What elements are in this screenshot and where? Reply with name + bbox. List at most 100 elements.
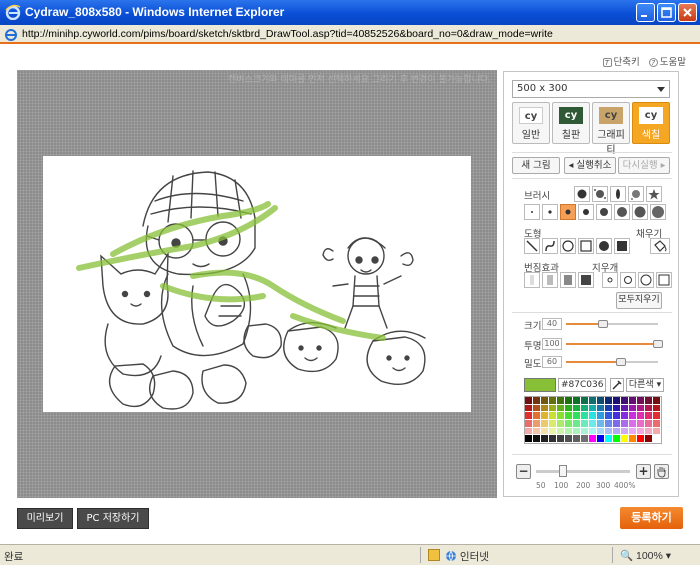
palette-swatch[interactable]: [533, 404, 541, 413]
shortcut-link[interactable]: T 단축키: [602, 57, 640, 68]
palette-swatch[interactable]: [549, 404, 557, 413]
palette-swatch[interactable]: [597, 419, 605, 428]
palette-swatch[interactable]: [525, 412, 533, 420]
palette-swatch[interactable]: [589, 435, 597, 443]
color-palette[interactable]: [524, 396, 662, 444]
palette-swatch[interactable]: [653, 435, 661, 443]
palette-swatch[interactable]: [621, 412, 629, 420]
brush-size-8[interactable]: [650, 204, 666, 220]
palette-swatch[interactable]: [565, 427, 573, 436]
palette-swatch[interactable]: [645, 397, 653, 405]
url-text[interactable]: http://minihp.cyworld.com/pims/board/ske…: [22, 28, 553, 40]
canvas-size-select[interactable]: 500 x 300: [512, 80, 670, 98]
zoom-in-button[interactable]: +: [636, 464, 651, 479]
palette-swatch[interactable]: [637, 435, 645, 443]
maximize-button[interactable]: [657, 3, 676, 22]
palette-swatch[interactable]: [533, 419, 541, 428]
palette-swatch[interactable]: [613, 404, 621, 413]
palette-swatch[interactable]: [525, 435, 533, 443]
canvas-area[interactable]: 캔버스크기와 테마를 먼저 선택하세요 그리기 후 변경이 불가능합니다.: [17, 70, 497, 498]
palette-swatch[interactable]: [621, 435, 629, 443]
preview-button[interactable]: 미리보기: [17, 508, 73, 529]
palette-swatch[interactable]: [581, 397, 589, 405]
palette-swatch[interactable]: [629, 412, 637, 420]
palette-swatch[interactable]: [541, 427, 549, 436]
palette-swatch[interactable]: [653, 397, 661, 405]
palette-swatch[interactable]: [629, 397, 637, 405]
palette-swatch[interactable]: [581, 419, 589, 428]
eraser-size-1[interactable]: [602, 272, 618, 288]
palette-swatch[interactable]: [645, 404, 653, 413]
palette-swatch[interactable]: [637, 404, 645, 413]
palette-swatch[interactable]: [645, 412, 653, 420]
palette-swatch[interactable]: [653, 404, 661, 413]
rectangle-tool[interactable]: [578, 238, 594, 254]
palette-swatch[interactable]: [581, 412, 589, 420]
palette-swatch[interactable]: [557, 427, 565, 436]
palette-swatch[interactable]: [533, 435, 541, 443]
zoom-slider-track[interactable]: [536, 470, 630, 473]
eraser-size-2[interactable]: [620, 272, 636, 288]
palette-swatch[interactable]: [533, 397, 541, 405]
palette-swatch[interactable]: [557, 435, 565, 443]
palette-swatch[interactable]: [557, 404, 565, 413]
tab-normal[interactable]: cy 일반: [512, 102, 550, 144]
blur-level-4[interactable]: [578, 272, 594, 288]
new-drawing-button[interactable]: 새 그림: [512, 157, 560, 174]
palette-swatch[interactable]: [525, 419, 533, 428]
palette-swatch[interactable]: [637, 412, 645, 420]
palette-swatch[interactable]: [581, 435, 589, 443]
palette-swatch[interactable]: [541, 404, 549, 413]
palette-swatch[interactable]: [613, 419, 621, 428]
palette-swatch[interactable]: [613, 435, 621, 443]
help-link[interactable]: ? 도움말: [648, 57, 686, 68]
palette-swatch[interactable]: [621, 404, 629, 413]
palette-swatch[interactable]: [605, 435, 613, 443]
palette-swatch[interactable]: [549, 419, 557, 428]
zoom-slider-knob[interactable]: [559, 465, 567, 477]
palette-swatch[interactable]: [637, 419, 645, 428]
palette-swatch[interactable]: [653, 427, 661, 436]
curve-tool[interactable]: [542, 238, 558, 254]
save-pc-button[interactable]: PC 저장하기: [77, 508, 149, 529]
circle-tool[interactable]: [560, 238, 576, 254]
palette-swatch[interactable]: [589, 404, 597, 413]
palette-swatch[interactable]: [629, 419, 637, 428]
palette-swatch[interactable]: [541, 397, 549, 405]
filled-rectangle-tool[interactable]: [614, 238, 630, 254]
palette-swatch[interactable]: [613, 412, 621, 420]
brush-size-6[interactable]: [614, 204, 630, 220]
palette-swatch[interactable]: [573, 419, 581, 428]
palette-swatch[interactable]: [581, 427, 589, 436]
hand-tool-button[interactable]: [654, 464, 669, 479]
brush-calligraphy[interactable]: [610, 186, 626, 202]
palette-swatch[interactable]: [533, 427, 541, 436]
palette-swatch[interactable]: [541, 412, 549, 420]
density-slider-knob[interactable]: [616, 358, 626, 366]
palette-swatch[interactable]: [573, 435, 581, 443]
line-tool[interactable]: [524, 238, 540, 254]
brush-round-solid[interactable]: [574, 186, 590, 202]
palette-swatch[interactable]: [629, 404, 637, 413]
palette-swatch[interactable]: [637, 427, 645, 436]
brush-spray[interactable]: [628, 186, 644, 202]
blur-level-3[interactable]: [560, 272, 576, 288]
palette-swatch[interactable]: [645, 435, 653, 443]
palette-swatch[interactable]: [597, 427, 605, 436]
zoom-indicator[interactable]: 🔍 100% ▾: [620, 549, 671, 562]
paint-bucket-tool[interactable]: [650, 238, 670, 254]
palette-swatch[interactable]: [653, 412, 661, 420]
erase-all-button[interactable]: 모두지우기: [616, 292, 662, 309]
blur-level-1[interactable]: [524, 272, 540, 288]
palette-swatch[interactable]: [653, 419, 661, 428]
palette-swatch[interactable]: [589, 397, 597, 405]
palette-swatch[interactable]: [549, 397, 557, 405]
palette-swatch[interactable]: [557, 397, 565, 405]
palette-swatch[interactable]: [549, 412, 557, 420]
palette-swatch[interactable]: [573, 412, 581, 420]
redo-button[interactable]: 다시실행 ▸: [618, 157, 670, 174]
palette-swatch[interactable]: [621, 427, 629, 436]
palette-swatch[interactable]: [605, 427, 613, 436]
palette-swatch[interactable]: [525, 404, 533, 413]
palette-swatch[interactable]: [629, 427, 637, 436]
